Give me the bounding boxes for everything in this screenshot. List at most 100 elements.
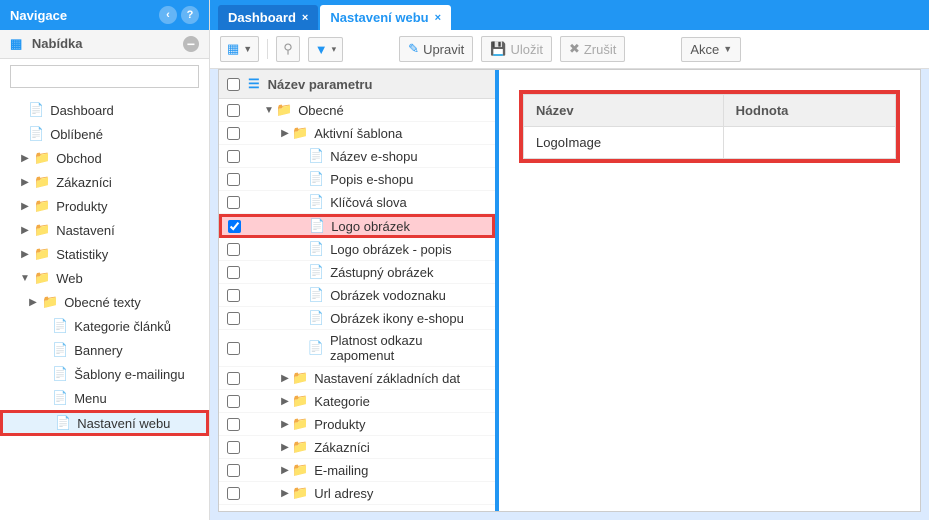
folder-icon: 📁 (292, 439, 308, 455)
detail-value[interactable] (723, 127, 895, 159)
save-button[interactable]: 💾Uložit (481, 36, 552, 62)
select-all-checkbox[interactable] (227, 78, 240, 91)
pin-button[interactable]: ⚲ (276, 36, 300, 62)
row-checkbox[interactable] (227, 196, 240, 209)
row-checkbox[interactable] (227, 104, 240, 117)
sidebar-item[interactable]: 📄Dashboard (0, 98, 209, 122)
row-checkbox[interactable] (227, 266, 240, 279)
sidebar-item[interactable]: ▼📁Web (0, 266, 209, 290)
row-label: E-mailing (314, 463, 368, 478)
sidebar-search-input[interactable] (10, 65, 199, 88)
row-label: Klíčová slova (330, 195, 407, 210)
grid-row[interactable]: 📄Název e-shopu (219, 145, 495, 168)
grid-panel: ☰ Název parametru ▼📁Obecné▶📁Aktivní šabl… (219, 70, 499, 511)
edit-button[interactable]: ✎Upravit (399, 36, 473, 62)
sidebar-item[interactable]: 📄Oblíbené (0, 122, 209, 146)
row-checkbox[interactable] (227, 464, 240, 477)
content: ☰ Název parametru ▼📁Obecné▶📁Aktivní šabl… (218, 69, 921, 512)
back-icon[interactable]: ‹ (159, 6, 177, 24)
grid-row[interactable]: ▶📁Aktivní šablona (219, 122, 495, 145)
row-checkbox[interactable] (227, 372, 240, 385)
caret-icon[interactable]: ▶ (280, 373, 290, 384)
tab[interactable]: Dashboard× (218, 5, 318, 30)
row-label: Obrázek ikony e-shopu (330, 311, 464, 326)
grid-row[interactable]: 📄Klíčová slova (219, 191, 495, 214)
grid-row[interactable]: 📄Logo obrázek (219, 214, 495, 238)
file-icon: 📄 (55, 415, 71, 431)
row-checkbox[interactable] (227, 441, 240, 454)
grid-row[interactable]: ▶📁Produkty (219, 413, 495, 436)
row-checkbox[interactable] (227, 150, 240, 163)
row-label: Logo obrázek - popis (330, 242, 451, 257)
help-icon[interactable]: ? (181, 6, 199, 24)
sidebar-title: Navigace (10, 8, 67, 23)
collapse-icon[interactable]: − (183, 36, 199, 52)
row-checkbox[interactable] (227, 173, 240, 186)
row-label: Logo obrázek (331, 219, 410, 234)
caret-icon[interactable]: ▶ (280, 128, 290, 139)
sidebar-item-label: Obchod (56, 151, 102, 166)
caret-icon[interactable]: ▶ (280, 465, 290, 476)
tab-close-icon[interactable]: × (435, 12, 441, 24)
cancel-button[interactable]: ✖Zrušit (560, 36, 625, 62)
sidebar-item[interactable]: 📄Nastavení webu (0, 410, 209, 436)
row-label: Zástupný obrázek (330, 265, 433, 280)
caret-icon[interactable]: ▶ (280, 396, 290, 407)
row-checkbox[interactable] (227, 289, 240, 302)
row-checkbox[interactable] (227, 312, 240, 325)
folder-icon: 📁 (292, 416, 308, 432)
grid-row[interactable]: 📄Obrázek vodoznaku (219, 284, 495, 307)
sidebar-item[interactable]: ▶📁Obecné texty (0, 290, 209, 314)
detail-table: Název Hodnota LogoImage (523, 94, 896, 159)
sidebar-item[interactable]: ▶📁Produkty (0, 194, 209, 218)
folder-icon: 📁 (292, 125, 308, 141)
grid-row[interactable]: 📄Zástupný obrázek (219, 261, 495, 284)
grid-row[interactable]: 📄 Popis e-shopu (219, 168, 495, 191)
caret-icon: ▶ (20, 225, 30, 236)
row-checkbox[interactable] (227, 342, 240, 355)
grid-row[interactable]: ▶📁Kategorie (219, 390, 495, 413)
sidebar-item-label: Oblíbené (50, 127, 103, 142)
grid-row[interactable]: 📄Platnost odkazu zapomenut (219, 330, 495, 367)
grid-row[interactable]: 📄Logo obrázek - popis (219, 238, 495, 261)
view-mode-button[interactable]: ▦▼ (220, 36, 259, 62)
sidebar-item[interactable]: ▶📁Statistiky (0, 242, 209, 266)
sidebar-item[interactable]: ▶📁Zákazníci (0, 170, 209, 194)
caret-icon[interactable]: ▶ (280, 488, 290, 499)
row-checkbox[interactable] (227, 487, 240, 500)
tab-close-icon[interactable]: × (302, 12, 308, 24)
file-icon: 📄 (308, 287, 324, 303)
grid-row[interactable]: ▶📁E-mailing (219, 459, 495, 482)
row-label: Popis e-shopu (330, 172, 413, 187)
sidebar-item-label: Kategorie článků (74, 319, 171, 334)
sidebar-item[interactable]: 📄Bannery (0, 338, 209, 362)
caret-icon[interactable]: ▼ (264, 105, 274, 116)
calendar-icon: ▦ (10, 36, 22, 51)
grid-row[interactable]: ▶📁Zákazníci (219, 436, 495, 459)
sidebar-item[interactable]: 📄Šablony e-mailingu (0, 362, 209, 386)
file-icon: 📄 (308, 171, 324, 187)
tab[interactable]: Nastavení webu× (320, 5, 451, 30)
caret-icon[interactable]: ▶ (280, 442, 290, 453)
file-icon: 📄 (308, 340, 324, 356)
row-checkbox[interactable] (227, 243, 240, 256)
row-checkbox[interactable] (228, 220, 241, 233)
row-label: Název e-shopu (330, 149, 417, 164)
grid-row[interactable]: ▶📁Nastavení základních dat (219, 367, 495, 390)
lines-icon[interactable]: ☰ (248, 76, 260, 92)
caret-icon[interactable]: ▶ (280, 419, 290, 430)
row-checkbox[interactable] (227, 418, 240, 431)
grid-row[interactable]: 📄Obrázek ikony e-shopu (219, 307, 495, 330)
sidebar-item[interactable]: ▶📁Nastavení (0, 218, 209, 242)
sidebar-item[interactable]: 📄Menu (0, 386, 209, 410)
sidebar-item-label: Produkty (56, 199, 107, 214)
filter-button[interactable]: ▼▾ (308, 37, 343, 62)
row-checkbox[interactable] (227, 127, 240, 140)
row-checkbox[interactable] (227, 395, 240, 408)
sidebar-item[interactable]: 📄Kategorie článků (0, 314, 209, 338)
sidebar-item[interactable]: ▶📁Obchod (0, 146, 209, 170)
grid-row[interactable]: ▼📁Obecné (219, 99, 495, 122)
grid-row[interactable]: ▶📁Url adresy (219, 482, 495, 505)
actions-button[interactable]: Akce▼ (681, 37, 741, 62)
detail-row[interactable]: LogoImage (524, 127, 896, 159)
